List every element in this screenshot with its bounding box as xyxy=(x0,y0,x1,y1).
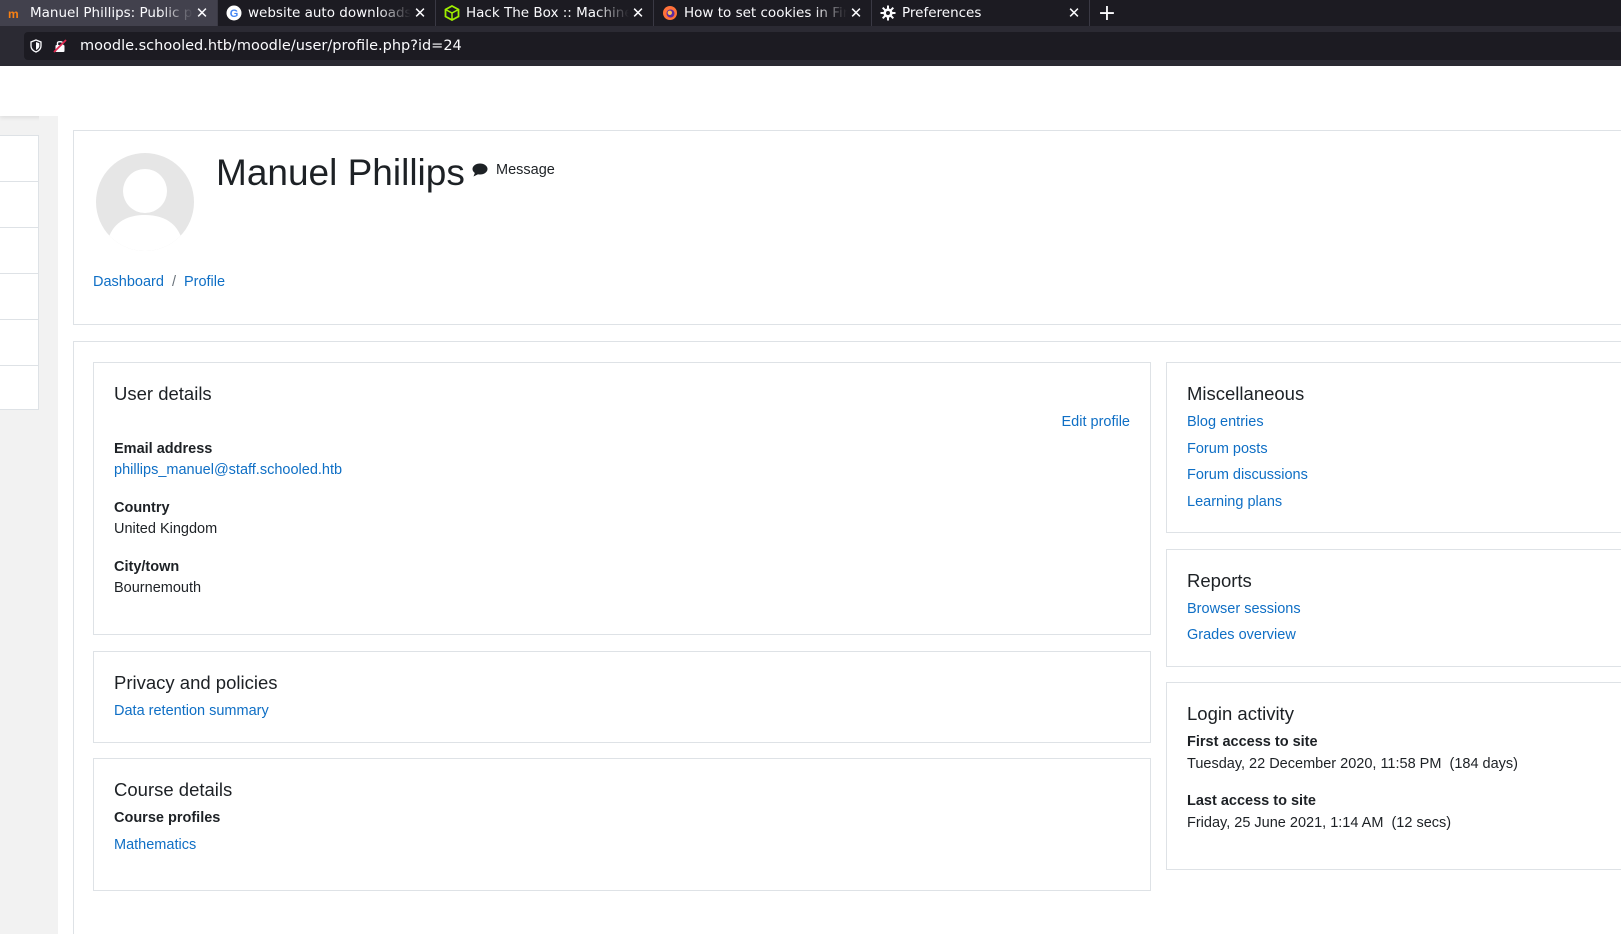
country-value: United Kingdom xyxy=(114,521,218,537)
user-silhouette-icon xyxy=(106,169,184,251)
address-bar[interactable]: moodle.schooled.htb/moodle/user/profile.… xyxy=(24,32,1621,60)
tab-hackthebox[interactable]: Hack The Box :: Machines ✕ xyxy=(436,0,654,26)
google-icon: G xyxy=(226,5,242,21)
hackthebox-icon xyxy=(444,5,460,21)
tab-profile[interactable]: m Manuel Phillips: Public profile ✕ xyxy=(0,0,218,26)
blog-entries-link[interactable]: Blog entries xyxy=(1187,414,1264,430)
avatar xyxy=(96,153,194,251)
close-icon[interactable]: ✕ xyxy=(629,4,647,22)
breadcrumb-profile[interactable]: Profile xyxy=(184,274,225,290)
breadcrumb-dashboard[interactable]: Dashboard xyxy=(93,274,164,290)
city-label: City/town xyxy=(114,559,180,575)
grades-overview-link[interactable]: Grades overview xyxy=(1187,627,1296,643)
drawer-item[interactable] xyxy=(0,136,38,182)
drawer-gap xyxy=(39,116,58,934)
browser-tab-strip: m Manuel Phillips: Public profile ✕ G we… xyxy=(0,0,1621,26)
tab-google[interactable]: G website auto downloads ✕ xyxy=(218,0,436,26)
shield-icon[interactable] xyxy=(24,32,48,60)
close-icon[interactable]: ✕ xyxy=(193,4,211,22)
close-icon[interactable]: ✕ xyxy=(411,4,429,22)
nav-drawer xyxy=(0,135,39,410)
forum-posts-link[interactable]: Forum posts xyxy=(1187,441,1268,457)
breadcrumb-separator: / xyxy=(171,274,176,290)
privacy-section: Privacy and policies Data retention summ… xyxy=(93,651,1151,743)
drawer-item[interactable] xyxy=(0,228,38,274)
first-access-value: Tuesday, 22 December 2020, 11:58 PM (184… xyxy=(1187,756,1518,772)
course-link[interactable]: Mathematics xyxy=(114,837,196,853)
drawer-item[interactable] xyxy=(0,182,38,228)
course-profiles-label: Course profiles xyxy=(114,810,221,826)
email-link[interactable]: phillips_manuel@staff.schooled.htb xyxy=(114,462,342,478)
reports-heading: Reports xyxy=(1187,570,1252,591)
drawer-item[interactable] xyxy=(0,320,38,366)
drawer-item[interactable] xyxy=(0,274,38,320)
learning-plans-link[interactable]: Learning plans xyxy=(1187,494,1282,510)
last-access-value: Friday, 25 June 2021, 1:14 AM (12 secs) xyxy=(1187,815,1452,831)
tab-title: Preferences xyxy=(902,5,982,21)
first-access-label: First access to site xyxy=(1187,734,1318,750)
course-details-heading: Course details xyxy=(114,779,233,800)
user-details-heading: User details xyxy=(114,383,212,404)
privacy-heading: Privacy and policies xyxy=(114,672,278,693)
svg-text:m: m xyxy=(8,7,19,19)
gear-icon xyxy=(880,5,896,21)
reports-section: Reports Browser sessions Grades overview xyxy=(1166,549,1621,667)
close-icon[interactable]: ✕ xyxy=(1065,4,1083,22)
moodle-icon: m xyxy=(8,5,24,21)
close-icon[interactable]: ✕ xyxy=(847,4,865,22)
new-tab-button[interactable]: + xyxy=(1090,0,1124,26)
tab-firefox-cookies[interactable]: How to set cookies in Firefox ✕ xyxy=(654,0,872,26)
miscellaneous-heading: Miscellaneous xyxy=(1187,383,1305,404)
user-details-section: User details Edit profile Email address … xyxy=(93,362,1151,635)
message-label: Message xyxy=(496,162,555,178)
login-activity-section: Login activity First access to site Tues… xyxy=(1166,682,1621,870)
city-value: Bournemouth xyxy=(114,580,202,596)
tab-title: Hack The Box :: Machines xyxy=(466,5,629,21)
url-text[interactable]: moodle.schooled.htb/moodle/user/profile.… xyxy=(80,38,462,54)
drawer-item[interactable] xyxy=(0,366,38,412)
forum-discussions-link[interactable]: Forum discussions xyxy=(1187,467,1308,483)
tab-title: website auto downloads xyxy=(248,5,411,21)
svg-text:G: G xyxy=(230,8,239,20)
message-button[interactable]: Message xyxy=(472,162,555,178)
address-bar-row: moodle.schooled.htb/moodle/user/profile.… xyxy=(0,26,1621,66)
site-navbar xyxy=(0,66,1621,116)
course-details-section: Course details Course profiles Mathemati… xyxy=(93,758,1151,891)
page-title: Manuel Phillips xyxy=(216,152,465,193)
miscellaneous-section: Miscellaneous Blog entries Forum posts F… xyxy=(1166,362,1621,533)
firefox-icon xyxy=(662,5,678,21)
data-retention-link[interactable]: Data retention summary xyxy=(114,703,269,719)
edit-profile-link[interactable]: Edit profile xyxy=(1061,414,1130,430)
speech-bubble-icon xyxy=(472,163,488,177)
tab-preferences[interactable]: Preferences ✕ xyxy=(872,0,1090,26)
insecure-lock-icon[interactable] xyxy=(48,32,72,60)
last-access-label: Last access to site xyxy=(1187,793,1316,809)
login-activity-heading: Login activity xyxy=(1187,703,1294,724)
browser-sessions-link[interactable]: Browser sessions xyxy=(1187,601,1301,617)
tab-title: How to set cookies in Firefox xyxy=(684,5,847,21)
tab-title: Manuel Phillips: Public profile xyxy=(30,5,193,21)
email-label: Email address xyxy=(114,441,213,457)
breadcrumb: Dashboard / Profile xyxy=(93,274,225,290)
country-label: Country xyxy=(114,500,170,516)
